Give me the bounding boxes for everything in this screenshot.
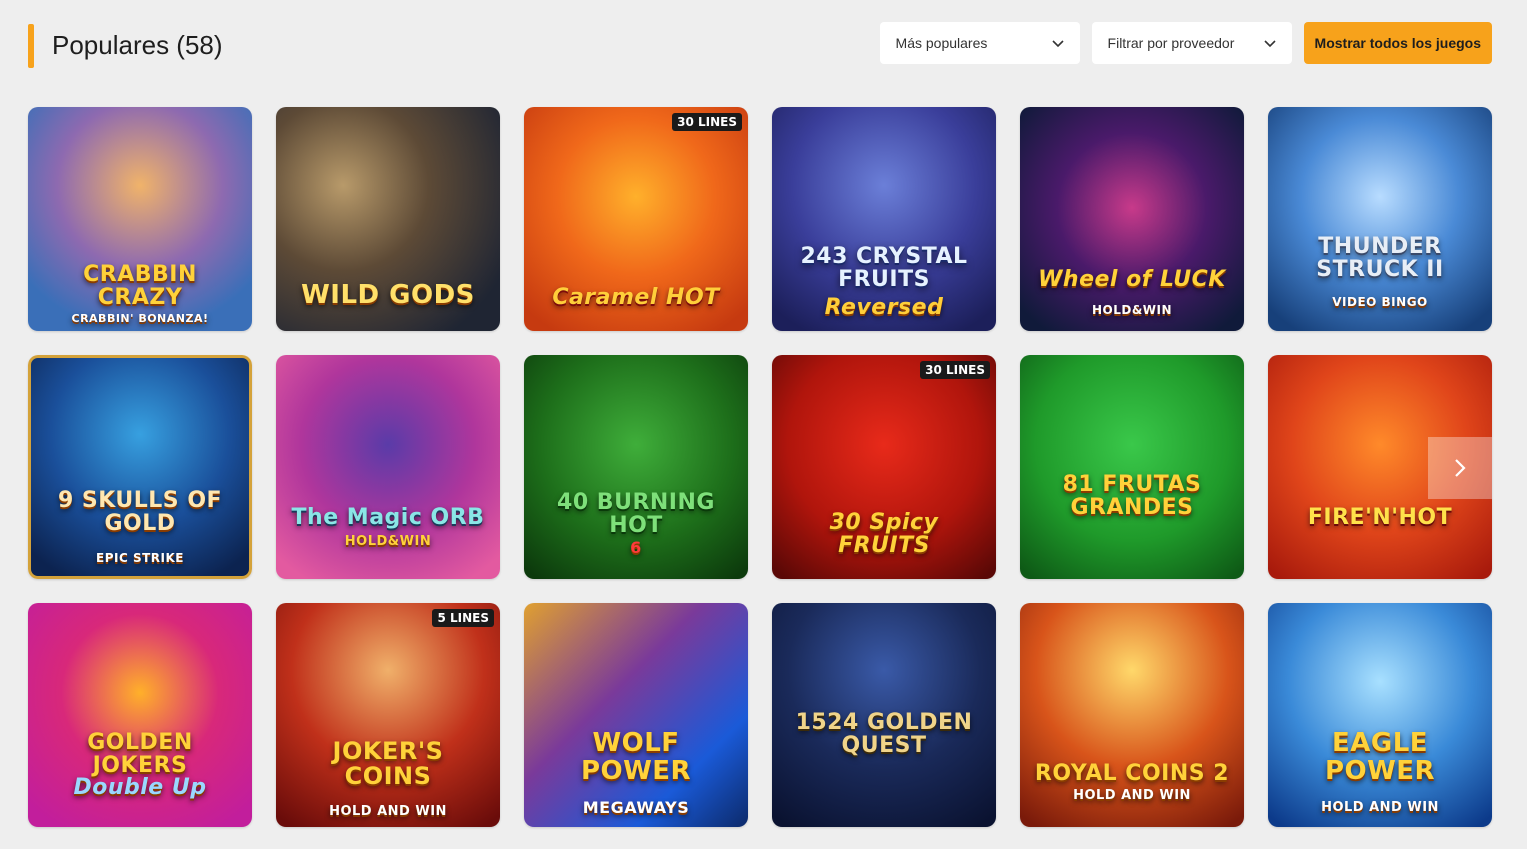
game-title: CRABBIN CRAZY	[83, 261, 197, 310]
game-title: WOLF POWER	[580, 728, 692, 786]
game-tile[interactable]: CRABBIN CRAZY CRABBIN' BONANZA!	[28, 107, 252, 331]
lines-badge: 5 LINES	[432, 609, 494, 627]
chevron-right-icon	[1455, 459, 1466, 477]
game-tile[interactable]: 81 FRUTAS GRANDES	[1020, 355, 1244, 579]
provider-select-label: Filtrar por proveedor	[1107, 35, 1235, 51]
game-subtitle: HOLD AND WIN	[1321, 800, 1439, 816]
game-tile[interactable]: ROYAL COINS 2 HOLD AND WIN	[1020, 603, 1244, 827]
next-page-button[interactable]	[1428, 437, 1492, 499]
game-artwork	[28, 355, 252, 579]
game-tile[interactable]: The Magic ORB HOLD&WIN	[276, 355, 500, 579]
game-tile[interactable]: 40 BURNING HOT 6	[524, 355, 748, 579]
game-subtitle: MEGAWAYS	[582, 798, 690, 818]
game-tile[interactable]: Caramel HOT 30 LINES	[524, 107, 748, 331]
game-subtitle: CRABBIN' BONANZA!	[71, 312, 209, 326]
show-all-games-button[interactable]: Mostrar todos los juegos	[1303, 22, 1492, 64]
game-title: THUNDER STRUCK II	[1316, 233, 1444, 282]
lines-badge: 30 LINES	[672, 113, 742, 131]
game-subtitle: HOLD AND WIN	[1073, 788, 1191, 804]
game-tile[interactable]: WILD GODS	[276, 107, 500, 331]
game-title: 81 FRUTAS GRANDES	[1062, 471, 1202, 520]
game-title: ROYAL COINS 2	[1034, 760, 1230, 786]
game-title: Caramel HOT	[552, 284, 720, 310]
game-artwork	[524, 603, 748, 827]
chevron-down-icon	[1051, 40, 1064, 48]
game-title: 243 CRYSTAL FRUITS	[800, 243, 968, 292]
game-tile[interactable]: GOLDEN JOKERS Double Up	[28, 603, 252, 827]
game-tile[interactable]: 1524 GOLDEN QUEST	[772, 603, 996, 827]
lines-badge: 30 LINES	[920, 361, 990, 379]
game-artwork	[276, 603, 500, 827]
game-tile[interactable]: 243 CRYSTAL FRUITS Reversed	[772, 107, 996, 331]
game-title: EAGLE POWER	[1324, 728, 1436, 786]
game-title: GOLDEN JOKERS	[87, 729, 193, 778]
game-tile[interactable]: 30 Spicy FRUITS 30 LINES	[772, 355, 996, 579]
game-title: 30 Spicy FRUITS	[829, 509, 939, 558]
game-title: The Magic ORB	[291, 504, 485, 530]
sort-select-label: Más populares	[895, 35, 988, 51]
game-tile[interactable]: 9 SKULLS OF GOLD EPIC STRIKE	[28, 355, 252, 579]
section-header: Populares (58) Más populares Filtrar por…	[28, 22, 1492, 68]
game-title: WILD GODS	[301, 279, 475, 310]
game-subtitle: HOLD AND WIN	[329, 804, 447, 820]
game-tile[interactable]: THUNDER STRUCK II VIDEO BINGO	[1268, 107, 1492, 331]
game-artwork	[1020, 355, 1244, 579]
game-tile[interactable]: Wheel of LUCK HOLD&WIN	[1020, 107, 1244, 331]
game-title: FIRE'N'HOT	[1307, 504, 1453, 530]
game-tile[interactable]: WOLF POWER MEGAWAYS	[524, 603, 748, 827]
section-title: Populares (58)	[52, 30, 223, 60]
game-title: 9 SKULLS OF GOLD	[57, 487, 223, 536]
sort-select[interactable]: Más populares	[879, 22, 1080, 64]
games-grid: CRABBIN CRAZY CRABBIN' BONANZA! WILD GODS…	[28, 107, 1492, 827]
game-title: JOKER'S COINS	[332, 736, 444, 790]
game-artwork	[1020, 107, 1244, 331]
game-title: 1524 GOLDEN QUEST	[795, 709, 973, 758]
game-title: Wheel of LUCK	[1038, 266, 1226, 292]
game-tile[interactable]: JOKER'S COINS HOLD AND WIN 5 LINES	[276, 603, 500, 827]
game-subtitle: VIDEO BINGO	[1332, 295, 1428, 310]
game-subtitle: EPIC STRIKE	[96, 551, 184, 566]
game-subtitle: HOLD&WIN	[1091, 303, 1173, 318]
game-subtitle: 6	[630, 538, 642, 558]
header-controls: Más populares Filtrar por proveedor Most…	[879, 22, 1492, 64]
game-subtitle: Double Up	[73, 774, 207, 800]
chevron-down-icon	[1263, 40, 1276, 48]
provider-filter-select[interactable]: Filtrar por proveedor	[1091, 22, 1292, 64]
game-subtitle: Reversed	[824, 294, 944, 320]
game-subtitle: HOLD&WIN	[344, 534, 432, 550]
game-tile[interactable]: EAGLE POWER HOLD AND WIN	[1268, 603, 1492, 827]
game-title: 40 BURNING HOT	[557, 489, 715, 538]
accent-bar	[28, 24, 34, 68]
game-artwork	[1268, 603, 1492, 827]
